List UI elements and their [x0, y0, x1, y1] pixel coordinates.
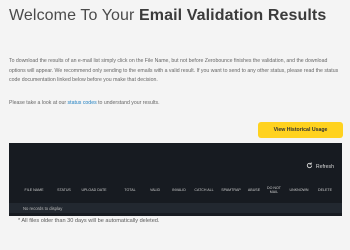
column-delete[interactable]: DELETE [314, 179, 336, 201]
refresh-label: Refresh [315, 163, 334, 170]
page-title: Welcome To Your Email Validation Results [9, 7, 326, 25]
status-codes-link[interactable]: status codes [68, 100, 97, 106]
status-suffix: to understand your results. [96, 100, 160, 106]
empty-table-row: No records to display [9, 203, 342, 213]
intro-paragraph: To download the results of an e-mail lis… [9, 58, 339, 84]
column-abuse[interactable]: ABUSE [246, 179, 262, 201]
column-catch-all[interactable]: CATCH ALL [191, 179, 217, 201]
refresh-button[interactable]: Refresh [306, 162, 334, 171]
column-upload-date[interactable]: UPLOAD DATE [77, 179, 111, 201]
column-do-not-mail[interactable]: DO NOT MAIL [266, 179, 282, 201]
refresh-icon [306, 162, 313, 171]
column-invalid[interactable]: INVALID [169, 179, 189, 201]
status-codes-paragraph: Please take a look at our status codes t… [9, 99, 341, 109]
column-file-name[interactable]: FILE NAME [22, 179, 46, 201]
column-total[interactable]: TOTAL [121, 179, 139, 201]
retention-note: * All files older than 30 days will be a… [18, 218, 160, 224]
results-panel: Refresh FILE NAME STATUS UPLOAD DATE TOT… [9, 143, 342, 216]
column-unknown[interactable]: UNKNOWN [287, 179, 311, 201]
page-title-prefix: Welcome To Your [9, 7, 139, 24]
view-historical-usage-button[interactable]: View Historical Usage [258, 122, 343, 138]
column-status[interactable]: STATUS [53, 179, 75, 201]
column-spamtrap[interactable]: SPAMTRAP [219, 179, 243, 201]
status-prefix: Please take a look at our [9, 100, 68, 106]
column-valid[interactable]: VALID [146, 179, 164, 201]
page-title-bold: Email Validation Results [138, 7, 327, 24]
table-header: FILE NAME STATUS UPLOAD DATE TOTAL VALID… [9, 179, 342, 201]
